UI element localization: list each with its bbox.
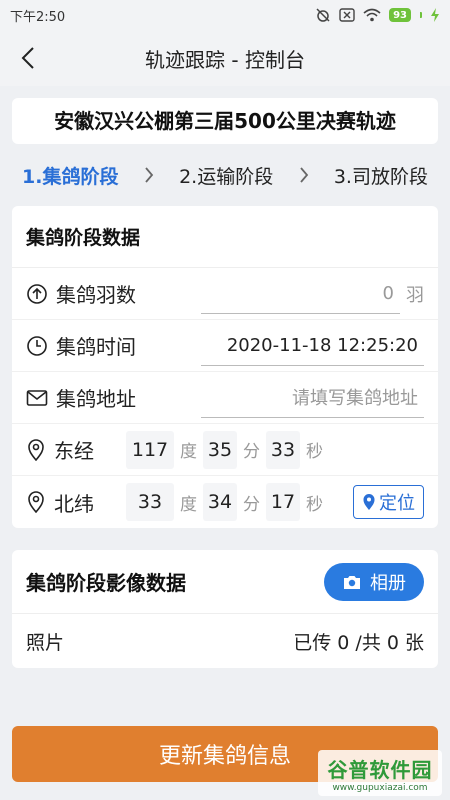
count-row: 集鸽羽数 0 羽 (12, 268, 438, 320)
time-label: 集鸽时间 (56, 335, 136, 359)
chevron-right-icon (299, 166, 309, 184)
location-pin-icon (26, 491, 46, 513)
charging-icon (430, 8, 440, 22)
time-value-wrap: 2020-11-18 12:25:20 (201, 326, 424, 366)
watermark-main: 谷普软件园 (327, 757, 433, 782)
page-title: 轨迹跟踪 - 控制台 (145, 47, 305, 72)
location-pin-icon (26, 438, 46, 461)
mute-alarm-icon (315, 7, 331, 23)
step-transport[interactable]: 2.运输阶段 (179, 162, 273, 189)
battery-tip (420, 12, 422, 18)
address-label: 集鸽地址 (56, 387, 136, 411)
chevron-right-icon (144, 166, 154, 184)
lat-label-wrap: 北纬 (26, 488, 126, 517)
locate-label: 定位 (379, 493, 415, 514)
step-release[interactable]: 3.司放阶段 (334, 162, 428, 189)
chevron-left-icon (21, 46, 35, 70)
lat-degree-input[interactable]: 33 (126, 483, 174, 521)
unit-second: 秒 (306, 442, 323, 462)
unit-degree: 度 (180, 494, 197, 515)
clock-icon (26, 335, 48, 357)
time-value: 2020-11-18 12:25:20 (226, 334, 418, 356)
race-title-card: 安徽汉兴公棚第三届500公里决赛轨迹 (12, 98, 438, 144)
update-label: 更新集鸽信息 (158, 744, 291, 769)
address-label-wrap: 集鸽地址 (26, 383, 201, 412)
album-label: 相册 (370, 572, 406, 594)
top-bar: 轨迹跟踪 - 控制台 (0, 30, 450, 86)
media-header: 集鸽阶段影像数据 相册 (12, 550, 438, 614)
photo-label: 照片 (26, 631, 65, 654)
count-value-wrap: 0 羽 (201, 274, 424, 314)
count-label-wrap: 集鸽羽数 (26, 279, 201, 308)
unit-degree: 度 (180, 442, 197, 462)
unit-second: 秒 (306, 494, 323, 515)
count-unit: 羽 (406, 284, 424, 306)
lon-minute-input[interactable]: 35 (203, 430, 237, 469)
lon-degree-input[interactable]: 117 (126, 430, 174, 469)
watermark-logo: 谷普软件园 www.gupuxiazai.com (318, 750, 442, 796)
media-title: 集鸽阶段影像数据 (26, 571, 186, 595)
lon-label-wrap: 东经 (26, 435, 126, 464)
camera-icon (342, 574, 362, 590)
photo-row: 照片 已传 0 /共 0 张 (12, 614, 438, 668)
lon-label: 东经 (54, 439, 94, 463)
address-value-wrap: 请填写集鸽地址 (201, 378, 424, 418)
locate-button[interactable]: 定位 (353, 485, 424, 519)
lon-second-input[interactable]: 33 (266, 430, 300, 469)
unit-minute: 分 (243, 494, 260, 515)
step-gather[interactable]: 1.集鸽阶段 (22, 162, 118, 189)
battery-level: 93 (393, 9, 407, 21)
race-title: 安徽汉兴公棚第三届500公里决赛轨迹 (54, 109, 396, 133)
gather-data-card: 集鸽阶段数据 集鸽羽数 0 羽 集鸽时间 2020-11-18 12:25:20 (12, 206, 438, 528)
unit-minute: 分 (243, 442, 260, 462)
photo-status: 已传 0 /共 0 张 (293, 631, 424, 654)
location-marker-icon (362, 493, 376, 511)
latitude-row: 北纬 33 度 34 分 17 秒 定位 (12, 476, 438, 528)
watermark-sub: www.gupuxiazai.com (332, 782, 428, 793)
arrow-up-circle-icon (26, 283, 48, 305)
wifi-icon (363, 8, 381, 22)
album-button[interactable]: 相册 (324, 562, 424, 601)
back-button[interactable] (0, 30, 56, 86)
lat-label: 北纬 (54, 491, 94, 516)
address-row: 集鸽地址 请填写集鸽地址 (12, 372, 438, 424)
status-icons: 93 (315, 7, 440, 23)
address-input[interactable]: 请填写集鸽地址 (201, 378, 424, 418)
status-time: 下午2:50 (10, 9, 66, 25)
mail-icon (26, 389, 48, 407)
time-input[interactable]: 2020-11-18 12:25:20 (201, 326, 424, 366)
time-row: 集鸽时间 2020-11-18 12:25:20 (12, 320, 438, 372)
lat-second-input[interactable]: 17 (266, 483, 300, 521)
address-placeholder: 请填写集鸽地址 (292, 388, 418, 409)
count-value: 0 (382, 282, 394, 304)
time-label-wrap: 集鸽时间 (26, 331, 201, 360)
lat-minute-input[interactable]: 34 (203, 483, 237, 521)
status-bar: 下午2:50 93 (0, 0, 450, 30)
section-title: 集鸽阶段数据 (12, 206, 438, 268)
longitude-row: 东经 117 度 35 分 33 秒 (12, 424, 438, 476)
battery-icon: 93 (389, 8, 411, 22)
sim-off-icon (339, 8, 355, 22)
count-label: 集鸽羽数 (56, 283, 136, 307)
media-card: 集鸽阶段影像数据 相册 照片 已传 0 /共 0 张 (12, 550, 438, 668)
count-input[interactable]: 0 (201, 274, 400, 314)
stage-steps: 1.集鸽阶段 2.运输阶段 3.司放阶段 (0, 144, 450, 206)
